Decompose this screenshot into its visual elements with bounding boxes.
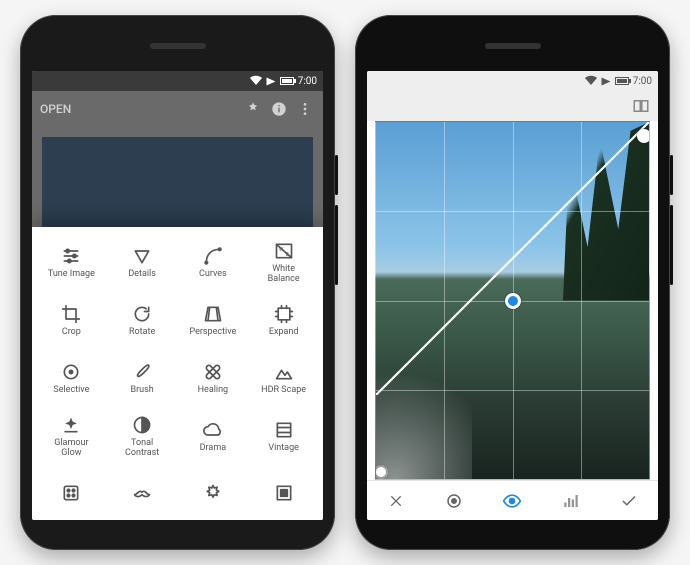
battery-icon xyxy=(280,77,294,85)
tool-retrolux[interactable] xyxy=(107,465,178,520)
overflow-menu-icon[interactable] xyxy=(295,99,315,119)
editor-topbar xyxy=(367,91,658,121)
status-bar: 7:00 xyxy=(367,71,658,91)
app-topbar: OPEN xyxy=(32,91,323,127)
visibility-button[interactable] xyxy=(496,485,528,517)
phone-frame-left: 7:00 OPEN Tune Image Details Curves WB White… xyxy=(20,15,335,550)
wifi-icon xyxy=(585,75,597,88)
tool-perspective[interactable]: Perspective xyxy=(178,291,249,349)
tool-label: Curves xyxy=(199,270,227,279)
tool-tonal-contrast[interactable]: Tonal Contrast xyxy=(107,407,178,465)
screen-left: 7:00 OPEN Tune Image Details Curves WB White… xyxy=(32,71,323,520)
close-button[interactable] xyxy=(380,485,412,517)
screen-right: 7:00 xyxy=(367,71,658,520)
apply-button[interactable] xyxy=(613,485,645,517)
tool-brush[interactable]: Brush xyxy=(107,349,178,407)
tools-grid: Tune Image Details Curves WB White Balance Cr… xyxy=(32,227,323,520)
glamour-glow-icon xyxy=(60,414,82,436)
tool-label: Crop xyxy=(62,328,81,337)
tool-drama[interactable]: Drama xyxy=(178,407,249,465)
info-icon[interactable] xyxy=(269,99,289,119)
channel-button[interactable] xyxy=(438,485,470,517)
curves-icon xyxy=(202,245,224,267)
image-details-icon[interactable] xyxy=(243,99,263,119)
tools-drawer: Tune Image Details Curves WB White Balance Cr… xyxy=(32,227,323,520)
tool-label: Tonal Contrast xyxy=(125,439,159,458)
histogram-button[interactable] xyxy=(555,485,587,517)
grainy-film-icon xyxy=(60,482,82,504)
grunge-icon xyxy=(202,482,224,504)
open-button[interactable]: OPEN xyxy=(40,102,71,116)
editor-bottombar xyxy=(367,480,658,520)
tool-crop[interactable]: Crop xyxy=(36,291,107,349)
tool-curves[interactable]: Curves xyxy=(178,233,249,291)
tool-hdr-scape[interactable]: HDR Scape xyxy=(248,349,319,407)
tool-grunge[interactable] xyxy=(178,465,249,520)
tool-label: Selective xyxy=(53,386,89,395)
tool-grainy-film[interactable] xyxy=(36,465,107,520)
tool-label: Brush xyxy=(131,386,154,395)
expand-icon xyxy=(273,303,295,325)
rotate-icon xyxy=(131,303,153,325)
tool-label: Rotate xyxy=(129,328,155,337)
svg-text:W: W xyxy=(279,247,284,253)
image-canvas[interactable] xyxy=(375,121,650,480)
drama-icon xyxy=(202,419,224,441)
healing-icon xyxy=(202,361,224,383)
tool-tune-image[interactable]: Tune Image xyxy=(36,233,107,291)
clock: 7:00 xyxy=(298,76,317,87)
svg-text:B: B xyxy=(285,252,288,258)
tool-rotate[interactable]: Rotate xyxy=(107,291,178,349)
tool-label: White Balance xyxy=(268,265,300,284)
tool-label: Glamour Glow xyxy=(54,439,88,458)
curve-point-highlight[interactable] xyxy=(637,129,650,143)
curve-point-mid[interactable] xyxy=(505,293,521,309)
curve-point-shadow[interactable] xyxy=(375,465,388,479)
details-icon xyxy=(131,245,153,267)
vintage-icon xyxy=(273,419,295,441)
tool-label: Vintage xyxy=(268,444,299,453)
hdr-scape-icon xyxy=(273,361,295,383)
tool-label: Healing xyxy=(198,386,229,395)
retrolux-icon xyxy=(131,482,153,504)
tool-expand[interactable]: Expand xyxy=(248,291,319,349)
tool-label: Tune Image xyxy=(48,270,95,279)
tool-glamour-glow[interactable]: Glamour Glow xyxy=(36,407,107,465)
tool-details[interactable]: Details xyxy=(107,233,178,291)
status-bar: 7:00 xyxy=(32,71,323,91)
tool-label: Details xyxy=(128,270,156,279)
compare-icon[interactable] xyxy=(632,97,650,115)
clock: 7:00 xyxy=(633,76,652,87)
tonal-contrast-icon xyxy=(131,414,153,436)
selective-icon xyxy=(60,361,82,383)
tune-image-icon xyxy=(60,245,82,267)
bw-icon xyxy=(273,482,295,504)
tool-white-balance[interactable]: WB White Balance xyxy=(248,233,319,291)
signal-icon xyxy=(266,77,275,85)
signal-icon xyxy=(601,77,610,85)
tool-selective[interactable]: Selective xyxy=(36,349,107,407)
tool-healing[interactable]: Healing xyxy=(178,349,249,407)
tool-label: Expand xyxy=(269,328,299,337)
brush-icon xyxy=(131,361,153,383)
battery-icon xyxy=(615,77,629,85)
perspective-icon xyxy=(202,303,224,325)
tool-vintage[interactable]: Vintage xyxy=(248,407,319,465)
tool-bw[interactable] xyxy=(248,465,319,520)
white-balance-icon: WB xyxy=(273,240,295,262)
tool-label: Perspective xyxy=(189,328,236,337)
tool-label: HDR Scape xyxy=(261,386,306,395)
phone-frame-right: 7:00 xyxy=(355,15,670,550)
wifi-icon xyxy=(250,75,262,88)
crop-icon xyxy=(60,303,82,325)
tool-label: Drama xyxy=(200,444,226,453)
tone-curve[interactable] xyxy=(376,122,649,395)
